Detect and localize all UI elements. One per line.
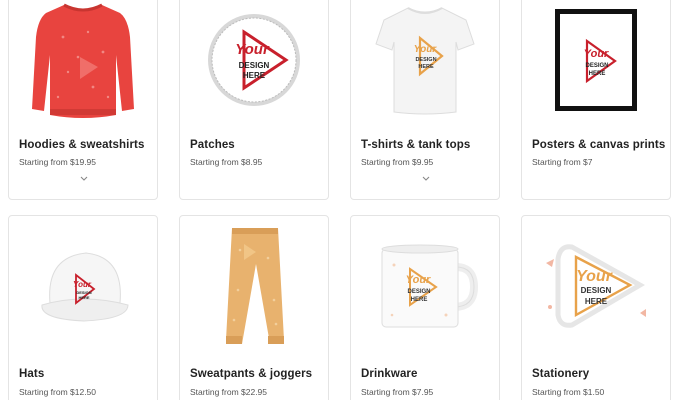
- product-price: Starting from $7: [532, 157, 593, 167]
- svg-text:HERE: HERE: [585, 297, 608, 306]
- product-price: Starting from $1.50: [532, 387, 605, 397]
- sweatpants-icon: [180, 216, 328, 354]
- svg-text:DESIGN: DESIGN: [581, 286, 612, 295]
- svg-text:DESIGN: DESIGN: [407, 289, 430, 295]
- hat-icon: Your DESIGN HERE: [9, 216, 157, 354]
- svg-text:HERE: HERE: [243, 71, 266, 80]
- product-price: Starting from $9.95: [361, 157, 434, 167]
- product-title: Drinkware: [361, 368, 418, 380]
- product-title: Posters & canvas prints: [532, 139, 666, 151]
- product-price: Starting from $12.50: [19, 387, 97, 397]
- product-card-hoodies[interactable]: Hoodies & sweatshirts Starting from $19.…: [8, 0, 158, 200]
- svg-text:Your: Your: [406, 274, 431, 286]
- svg-text:DESIGN: DESIGN: [415, 57, 436, 63]
- sweatshirt-icon: [9, 0, 157, 125]
- product-title: Hats: [19, 368, 45, 380]
- product-title: Sweatpants & joggers: [190, 368, 313, 380]
- svg-text:DESIGN: DESIGN: [239, 61, 270, 70]
- product-title: Patches: [190, 139, 235, 151]
- poster-icon: Your DESIGN HERE: [522, 0, 670, 125]
- product-price: Starting from $8.95: [190, 157, 263, 167]
- svg-text:HERE: HERE: [589, 71, 606, 77]
- svg-text:Your: Your: [576, 268, 613, 285]
- product-card-sweatpants[interactable]: Sweatpants & joggers Starting from $22.9…: [179, 215, 329, 400]
- product-card-tshirts[interactable]: Your DESIGN HERE T-shirts & tank tops St…: [350, 0, 500, 200]
- product-card-patches[interactable]: Your DESIGN HERE Patches Starting from $…: [179, 0, 329, 200]
- product-card-hats[interactable]: Your DESIGN HERE Hats Starting from $12.…: [8, 215, 158, 400]
- svg-text:Your: Your: [73, 280, 92, 289]
- product-card-posters[interactable]: Your DESIGN HERE Posters & canvas prints…: [521, 0, 671, 200]
- svg-text:DESIGN: DESIGN: [585, 63, 608, 69]
- product-price: Starting from $7.95: [361, 387, 434, 397]
- mug-icon: Your DESIGN HERE: [351, 216, 499, 354]
- svg-text:Your: Your: [414, 44, 438, 55]
- product-category-grid: Hoodies & sweatshirts Starting from $19.…: [0, 0, 680, 400]
- product-card-drinkware[interactable]: Your DESIGN HERE Drinkware Starting from…: [350, 215, 500, 400]
- chevron-down-icon[interactable]: [79, 175, 89, 183]
- patch-icon: Your DESIGN HERE: [180, 0, 328, 125]
- svg-text:HERE: HERE: [418, 64, 434, 70]
- product-card-stationery[interactable]: Your DESIGN HERE Stationery Starting fro…: [521, 215, 671, 400]
- product-price: Starting from $19.95: [19, 157, 97, 167]
- sticker-icon: Your DESIGN HERE: [522, 216, 670, 354]
- product-title: Hoodies & sweatshirts: [19, 139, 145, 151]
- product-title: Stationery: [532, 368, 590, 380]
- product-price: Starting from $22.95: [190, 387, 268, 397]
- product-title: T-shirts & tank tops: [361, 139, 471, 151]
- svg-text:Your: Your: [584, 48, 609, 60]
- chevron-down-icon[interactable]: [421, 175, 431, 183]
- svg-text:Your: Your: [235, 41, 270, 58]
- tshirt-icon: Your DESIGN HERE: [351, 0, 499, 125]
- svg-text:HERE: HERE: [78, 295, 89, 300]
- svg-text:HERE: HERE: [411, 297, 428, 303]
